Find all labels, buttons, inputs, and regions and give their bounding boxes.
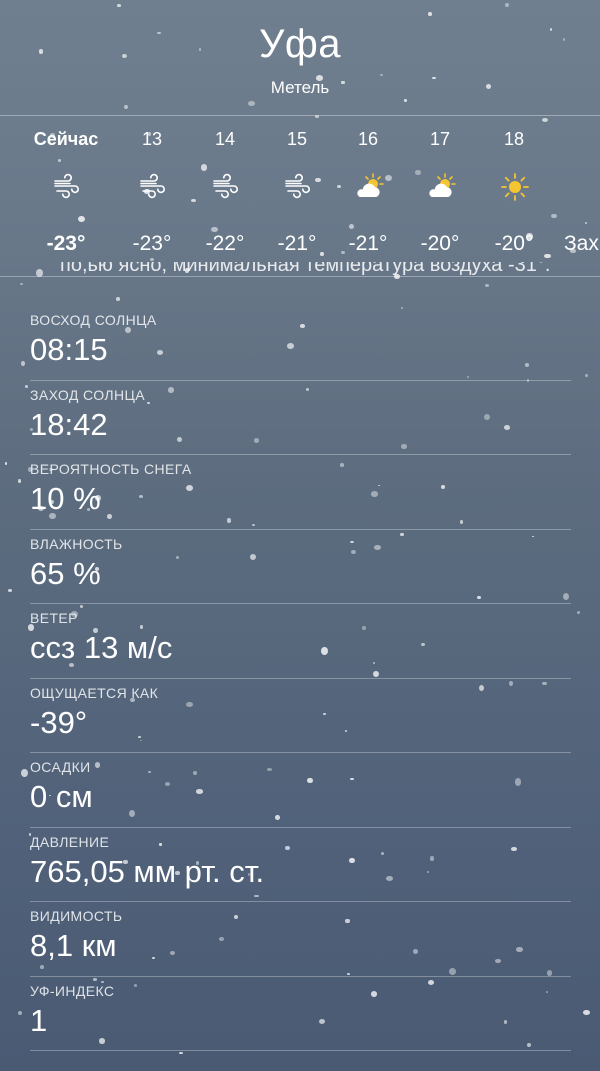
weather-condition: Метель	[270, 78, 330, 97]
detail-label: ДАВЛЕНИЕ	[30, 833, 110, 850]
detail-label: ЗАХОД СОЛНЦА	[30, 386, 145, 403]
hour-temp: Зах	[564, 232, 599, 255]
snowflake	[576, 611, 581, 615]
detail-label: ВИДИМОСТЬ	[30, 908, 123, 924]
snowflake	[179, 1051, 183, 1055]
detail-label: ВЛАЖНОСТЬ	[30, 535, 123, 552]
wind-icon	[54, 173, 79, 199]
detail-value: 8,1 км	[30, 928, 117, 963]
sun-icon	[501, 173, 529, 201]
detail-value: 65 %	[30, 555, 101, 591]
detail-value: 0 см	[30, 779, 93, 814]
detail-row-snow-chance: ВЕРОЯТНОСТЬ СНЕГА 10 %	[30, 455, 571, 530]
hour-label: Сейчас	[33, 129, 99, 149]
hour-temp: -20°	[420, 232, 460, 255]
partly-sunny-icon	[357, 173, 384, 197]
snowflake	[24, 385, 29, 389]
header: Уфа Метель	[0, 0, 600, 115]
divider	[30, 1050, 571, 1051]
detail-value: 08:15	[30, 332, 108, 367]
detail-value: 1	[30, 1002, 48, 1038]
detail-value: 10 %	[30, 481, 101, 516]
detail-label: ОСАДКИ	[30, 759, 91, 775]
snowflake	[7, 588, 12, 593]
hour-temp: -20°	[494, 232, 534, 255]
snowflake	[584, 373, 588, 377]
detail-value: -39°	[30, 704, 88, 740]
hour-temp: -23°	[46, 232, 86, 255]
detail-row-uv-index: УФ-ИНДЕКС 1	[30, 977, 571, 1051]
detail-label: УФ-ИНДЕКС	[30, 982, 115, 999]
detail-row-visibility: ВИДИМОСТЬ 8,1 км	[30, 902, 571, 977]
detail-row-feels-like: ОЩУЩАЕТСЯ КАК -39°	[30, 679, 571, 753]
hour-temp: -23°	[132, 232, 172, 255]
hour-temp: -21°	[348, 232, 388, 255]
detail-row-sunset: ЗАХОД СОЛНЦА 18:42	[30, 381, 571, 455]
detail-row-pressure: ДАВЛЕНИЕ 765,05 мм рт. ст.	[30, 828, 571, 902]
hour-label: 14	[214, 129, 236, 149]
snowflake	[20, 361, 25, 366]
hour-label: 15	[286, 129, 308, 149]
snowflake	[4, 461, 8, 465]
detail-label: ВОСХОД СОЛНЦА	[30, 312, 157, 328]
wind-icon	[140, 173, 165, 199]
snowflake	[583, 1010, 590, 1016]
detail-label: ВЕРОЯТНОСТЬ СНЕГА	[30, 461, 192, 477]
detail-value: 765,05 мм рт. ст.	[30, 853, 265, 889]
wind-icon	[213, 173, 238, 199]
snowflake	[116, 297, 121, 301]
detail-row-precipitation: ОСАДКИ 0 см	[30, 753, 571, 828]
detail-row-sunrise: ВОСХОД СОЛНЦА 08:15	[30, 306, 571, 381]
snowflake	[21, 769, 28, 778]
hour-label: 17	[429, 129, 451, 149]
hour-temp: -21°	[277, 232, 317, 255]
city-name: Уфа	[258, 22, 342, 66]
partly-sunny-icon	[429, 173, 456, 197]
detail-label: ОЩУЩАЕТСЯ КАК	[30, 684, 159, 701]
hour-label: 13	[141, 129, 163, 149]
hour-temp: -22°	[205, 232, 245, 255]
snowflake	[20, 283, 23, 286]
hourly-forecast[interactable]: Сейчас -23° 13 -23° 14 -22° 15 -21° 16 -…	[0, 116, 600, 276]
weather-details: ВОСХОД СОЛНЦА 08:15 ЗАХОД СОЛНЦА 18:42 В…	[30, 306, 571, 1051]
hour-label: 16	[357, 129, 379, 149]
snowflake	[18, 1011, 22, 1016]
hour-label: 18	[503, 129, 525, 149]
detail-value: 18:42	[30, 406, 108, 442]
snowflake	[17, 479, 22, 483]
divider	[0, 276, 600, 277]
wind-icon	[285, 173, 310, 199]
detail-row-wind: ВЕТЕР ссз 13 м/с	[30, 604, 571, 679]
detail-row-humidity: ВЛАЖНОСТЬ 65 %	[30, 530, 571, 604]
detail-label: ВЕТЕР	[30, 610, 78, 626]
detail-value: ссз 13 м/с	[30, 630, 173, 665]
